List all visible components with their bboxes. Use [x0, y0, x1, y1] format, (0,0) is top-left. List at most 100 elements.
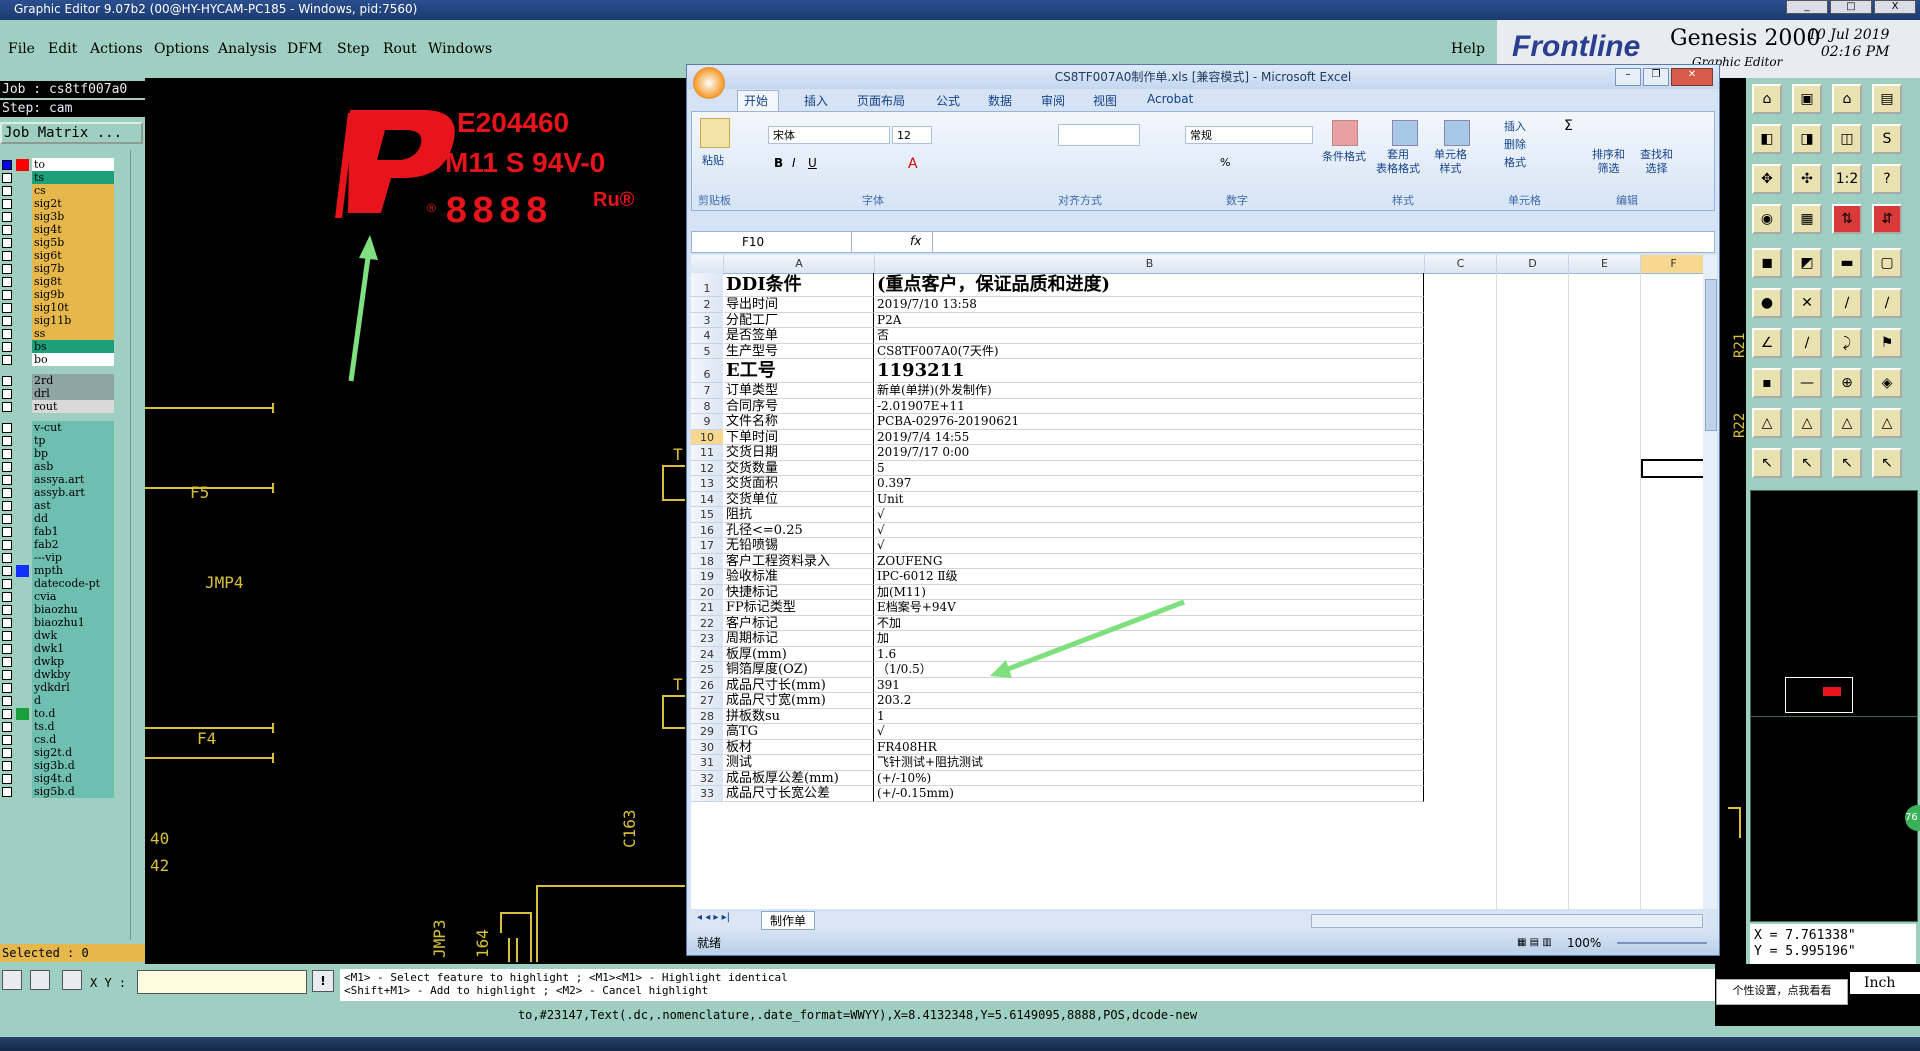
cell-b[interactable]: 否	[875, 328, 1424, 344]
row-header[interactable]: 8	[691, 398, 723, 414]
worksheet-grid[interactable]: A B C D E F 1 DDI条件 (重点客户，保证品质和进度) 2 导出时间 201…	[691, 255, 1707, 909]
insert-cells-button[interactable]: 插入	[1504, 118, 1526, 134]
excel-restore-button[interactable]: ❐	[1643, 68, 1669, 86]
tool-pointer3-icon[interactable]: ↖	[1832, 448, 1862, 478]
paste-label[interactable]: 粘贴	[702, 152, 724, 168]
layer-color-swatch[interactable]	[16, 354, 29, 366]
cell-a[interactable]: FP标记类型	[724, 600, 874, 616]
tool-print-icon[interactable]: ▤	[1872, 84, 1902, 114]
layer-color-swatch[interactable]	[16, 211, 29, 223]
cell-a[interactable]: E工号	[724, 359, 874, 383]
layer-name[interactable]: bo	[32, 353, 114, 366]
menu-file[interactable]: File	[8, 41, 35, 57]
tool-measure-icon[interactable]: ⇅	[1832, 204, 1862, 234]
find-select-button[interactable]: 查找和 选择	[1640, 148, 1673, 176]
tool-zoom-in-icon[interactable]: ◧	[1752, 124, 1782, 154]
layer-row[interactable]: drl	[0, 387, 118, 401]
layer-name[interactable]: sig8t	[32, 275, 114, 288]
cell-style-label[interactable]: 单元格 样式	[1434, 148, 1467, 176]
cell-b[interactable]: √	[875, 507, 1424, 523]
layer-checkbox[interactable]	[2, 696, 12, 706]
layer-row[interactable]: sig10t	[0, 301, 118, 315]
layer-name[interactable]: to	[32, 158, 114, 171]
tool-frame-icon[interactable]: ▢	[1872, 248, 1902, 278]
cell-b[interactable]: 1	[875, 708, 1424, 724]
layer-color-swatch[interactable]	[16, 315, 29, 327]
layer-color-swatch[interactable]	[16, 302, 29, 314]
layer-checkbox[interactable]	[2, 722, 12, 732]
row-header[interactable]: 33	[691, 786, 723, 802]
layer-row[interactable]: bo	[0, 353, 118, 367]
row-header[interactable]: 21	[691, 600, 723, 616]
tool-pointer2-icon[interactable]: ↖	[1792, 448, 1822, 478]
layer-checkbox[interactable]	[2, 199, 12, 209]
layer-checkbox[interactable]	[2, 618, 12, 628]
layer-checkbox[interactable]	[2, 748, 12, 758]
tool-edit-icon[interactable]: ◩	[1792, 248, 1822, 278]
cell-a[interactable]: 成品尺寸长宽公差	[724, 786, 874, 802]
layer-name[interactable]: ts.d	[32, 720, 114, 733]
row-header[interactable]: 18	[691, 553, 723, 569]
layer-color-swatch[interactable]	[16, 773, 29, 785]
layer-name[interactable]: sig2t	[32, 197, 114, 210]
tool-pointer1-icon[interactable]: ↖	[1752, 448, 1782, 478]
layer-name[interactable]: sig2t.d	[32, 746, 114, 759]
excel-window[interactable]: CS8TF007A0制作单.xls [兼容模式] - Microsoft Exc…	[686, 64, 1720, 956]
sheet-tab[interactable]: 制作单	[761, 911, 816, 930]
cell-a[interactable]: 成品尺寸长(mm)	[724, 677, 874, 693]
layer-name[interactable]: sig4t.d	[32, 772, 114, 785]
autosum-icon[interactable]: Σ	[1564, 118, 1573, 134]
active-cell-f10[interactable]	[1641, 459, 1705, 478]
layer-color-swatch[interactable]	[16, 565, 29, 577]
tool-help-icon[interactable]: ?	[1872, 164, 1902, 194]
row-header[interactable]: 12	[691, 460, 723, 476]
layer-row[interactable]: mpth	[0, 564, 118, 578]
layer-row[interactable]: sig4t	[0, 223, 118, 237]
layer-row[interactable]: dwk	[0, 629, 118, 643]
layer-color-swatch[interactable]	[16, 708, 29, 720]
col-header-f[interactable]: F	[1641, 255, 1707, 273]
tool-arc-icon[interactable]: ∕	[1872, 288, 1902, 318]
layer-checkbox[interactable]	[2, 683, 12, 693]
layer-color-swatch[interactable]	[16, 341, 29, 353]
cell-b[interactable]: 2019/7/17 0:00	[875, 445, 1424, 461]
layer-color-swatch[interactable]	[16, 760, 29, 772]
tool-tri1-icon[interactable]: △	[1752, 408, 1782, 438]
layer-name[interactable]: asb	[32, 460, 114, 473]
cell-a[interactable]: 快捷标记	[724, 584, 874, 600]
cell-b[interactable]: PCBA-02976-20190621	[875, 414, 1424, 430]
tool-tri4-icon[interactable]: △	[1872, 408, 1902, 438]
italic-button[interactable]: I	[792, 156, 796, 170]
cell-b[interactable]: 新单(单拼)(外发制作)	[875, 383, 1424, 399]
layer-row[interactable]: sig5b	[0, 236, 118, 250]
layer-color-swatch[interactable]	[16, 695, 29, 707]
cell-a[interactable]: 客户工程资料录入	[724, 553, 874, 569]
maximize-button[interactable]: □	[1830, 0, 1872, 14]
layer-checkbox[interactable]	[2, 173, 12, 183]
tool-s-icon[interactable]: S	[1872, 124, 1902, 154]
tool-net-icon[interactable]: ●	[1752, 288, 1782, 318]
layer-row[interactable]: sig11b	[0, 314, 118, 328]
layer-name[interactable]: drl	[32, 387, 114, 400]
layer-checkbox[interactable]	[2, 376, 12, 386]
layer-color-swatch[interactable]	[16, 422, 29, 434]
vertical-scroll-thumb[interactable]	[1705, 279, 1717, 431]
layer-name[interactable]: dd	[32, 512, 114, 525]
layer-row[interactable]: asb	[0, 460, 118, 474]
layer-row[interactable]: fab2	[0, 538, 118, 552]
cell-b[interactable]: √	[875, 724, 1424, 740]
tool-angle-icon[interactable]: ∠	[1752, 328, 1782, 358]
row-header[interactable]: 3	[691, 312, 723, 328]
cell-b[interactable]: 5	[875, 460, 1424, 476]
layer-checkbox[interactable]	[2, 488, 12, 498]
row-header[interactable]: 2	[691, 297, 723, 313]
layer-color-swatch[interactable]	[16, 526, 29, 538]
tab-data[interactable]: 数据	[988, 92, 1012, 109]
tab-review[interactable]: 审阅	[1041, 92, 1065, 109]
cell-b[interactable]: P2A	[875, 312, 1424, 328]
layer-checkbox[interactable]	[2, 553, 12, 563]
layer-row[interactable]: tp	[0, 434, 118, 448]
row-header[interactable]: 19	[691, 569, 723, 585]
paste-icon[interactable]	[700, 118, 730, 148]
row-header[interactable]: 32	[691, 770, 723, 786]
